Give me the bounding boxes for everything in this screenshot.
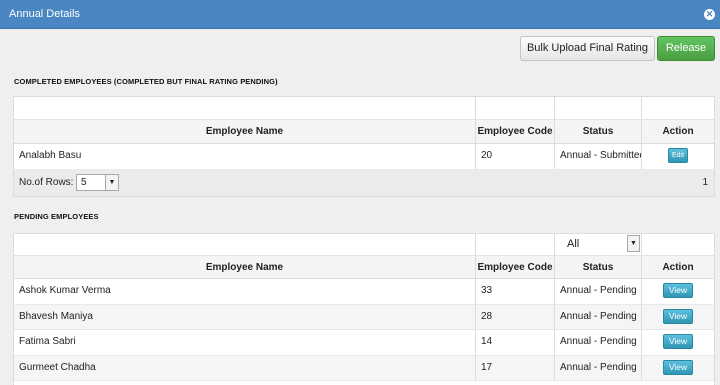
column-header-code[interactable]: Employee Code bbox=[476, 120, 555, 143]
employee-status: Annual - Submitted bbox=[555, 144, 642, 169]
filter-cell-status[interactable] bbox=[555, 97, 642, 119]
employee-code: 14 bbox=[476, 330, 555, 355]
employee-status: Annual - Pending bbox=[555, 356, 642, 380]
view-button[interactable]: View bbox=[663, 359, 693, 375]
employee-name: Fatima Sabri bbox=[14, 330, 476, 355]
dialog-title: Annual Details bbox=[9, 8, 80, 20]
employee-name: Bhavesh Maniya bbox=[14, 305, 476, 329]
rows-per-page-value: 5 bbox=[81, 177, 87, 188]
rows-per-page-label: No.of Rows: bbox=[19, 177, 74, 188]
column-header-action: Action bbox=[662, 262, 694, 273]
rows-per-page-select[interactable]: 5 ▼ bbox=[76, 174, 119, 191]
table-row: Analabh Basu 20 Annual - Submitted Edit bbox=[14, 144, 714, 170]
employee-status: Annual - Pending bbox=[555, 279, 642, 304]
filter-cell-action bbox=[642, 97, 714, 119]
filter-cell-name[interactable] bbox=[14, 234, 476, 255]
employee-code: 20 bbox=[476, 144, 555, 169]
header-row: Employee Name Employee Code Status Actio… bbox=[14, 120, 714, 144]
employee-name: Gurmeet Chadha bbox=[14, 356, 476, 380]
view-button[interactable]: View bbox=[663, 282, 693, 298]
employee-status: Annual - Pending bbox=[555, 305, 642, 329]
completed-section-title: COMPLETED EMPLOYEES (COMPLETED BUT FINAL… bbox=[14, 77, 278, 86]
pager: No.of Rows: 5 ▼ 1 bbox=[13, 169, 715, 197]
completed-employees-grid: Employee Name Employee Code Status Actio… bbox=[13, 96, 715, 170]
column-header-action: Action bbox=[662, 126, 694, 137]
filter-cell-name[interactable] bbox=[14, 97, 476, 119]
filter-cell-action bbox=[642, 234, 714, 255]
filter-row: All ▼ bbox=[14, 234, 714, 256]
column-header-status[interactable]: Status bbox=[555, 120, 642, 143]
column-header-status[interactable]: Status bbox=[555, 256, 642, 278]
column-header-name[interactable]: Employee Name bbox=[14, 256, 476, 278]
employee-name: Ashok Kumar Verma bbox=[14, 279, 476, 304]
header-row: Employee Name Employee Code Status Actio… bbox=[14, 256, 714, 279]
status-filter-value: All bbox=[567, 238, 580, 250]
chevron-down-icon: ▼ bbox=[105, 175, 118, 190]
employee-code: 28 bbox=[476, 305, 555, 329]
action-cell: View bbox=[642, 330, 714, 355]
action-cell: View bbox=[642, 305, 714, 329]
view-button[interactable]: View bbox=[663, 333, 693, 349]
filter-cell-code[interactable] bbox=[476, 97, 555, 119]
employee-code: 33 bbox=[476, 279, 555, 304]
edit-button[interactable]: Edit bbox=[668, 147, 688, 163]
filter-cell-status: All ▼ bbox=[555, 234, 642, 255]
action-cell: View bbox=[642, 279, 714, 304]
column-header-name[interactable]: Employee Name bbox=[14, 120, 476, 143]
action-cell: Edit bbox=[642, 144, 714, 169]
table-row: Bhavesh Maniya 28 Annual - Pending View bbox=[14, 305, 714, 330]
total-count: 1 bbox=[702, 177, 708, 188]
filter-row bbox=[14, 97, 714, 120]
bulk-upload-final-rating-button[interactable]: Bulk Upload Final Rating bbox=[520, 36, 655, 61]
chevron-down-icon: ▼ bbox=[627, 235, 640, 252]
filter-cell-code[interactable] bbox=[476, 234, 555, 255]
release-button[interactable]: Release bbox=[657, 36, 715, 61]
employee-code: 17 bbox=[476, 356, 555, 380]
table-row: Ashok Kumar Verma 33 Annual - Pending Vi… bbox=[14, 279, 714, 305]
action-cell: View bbox=[642, 356, 714, 380]
employee-name: Analabh Basu bbox=[14, 144, 476, 169]
table-row: Fatima Sabri 14 Annual - Pending View bbox=[14, 330, 714, 356]
column-header-code[interactable]: Employee Code bbox=[476, 256, 555, 278]
pending-employees-grid: All ▼ Employee Name Employee Code Status… bbox=[13, 233, 715, 385]
employee-status: Annual - Pending bbox=[555, 330, 642, 355]
close-icon[interactable]: ✕ bbox=[704, 9, 715, 20]
status-filter-select[interactable]: All ▼ bbox=[559, 234, 640, 254]
table-row: Gurmeet Chadha 17 Annual - Pending View bbox=[14, 356, 714, 381]
dialog-titlebar: Annual Details ✕ bbox=[0, 0, 720, 29]
view-button[interactable]: View bbox=[663, 308, 693, 324]
pending-section-title: PENDING EMPLOYEES bbox=[14, 212, 99, 221]
